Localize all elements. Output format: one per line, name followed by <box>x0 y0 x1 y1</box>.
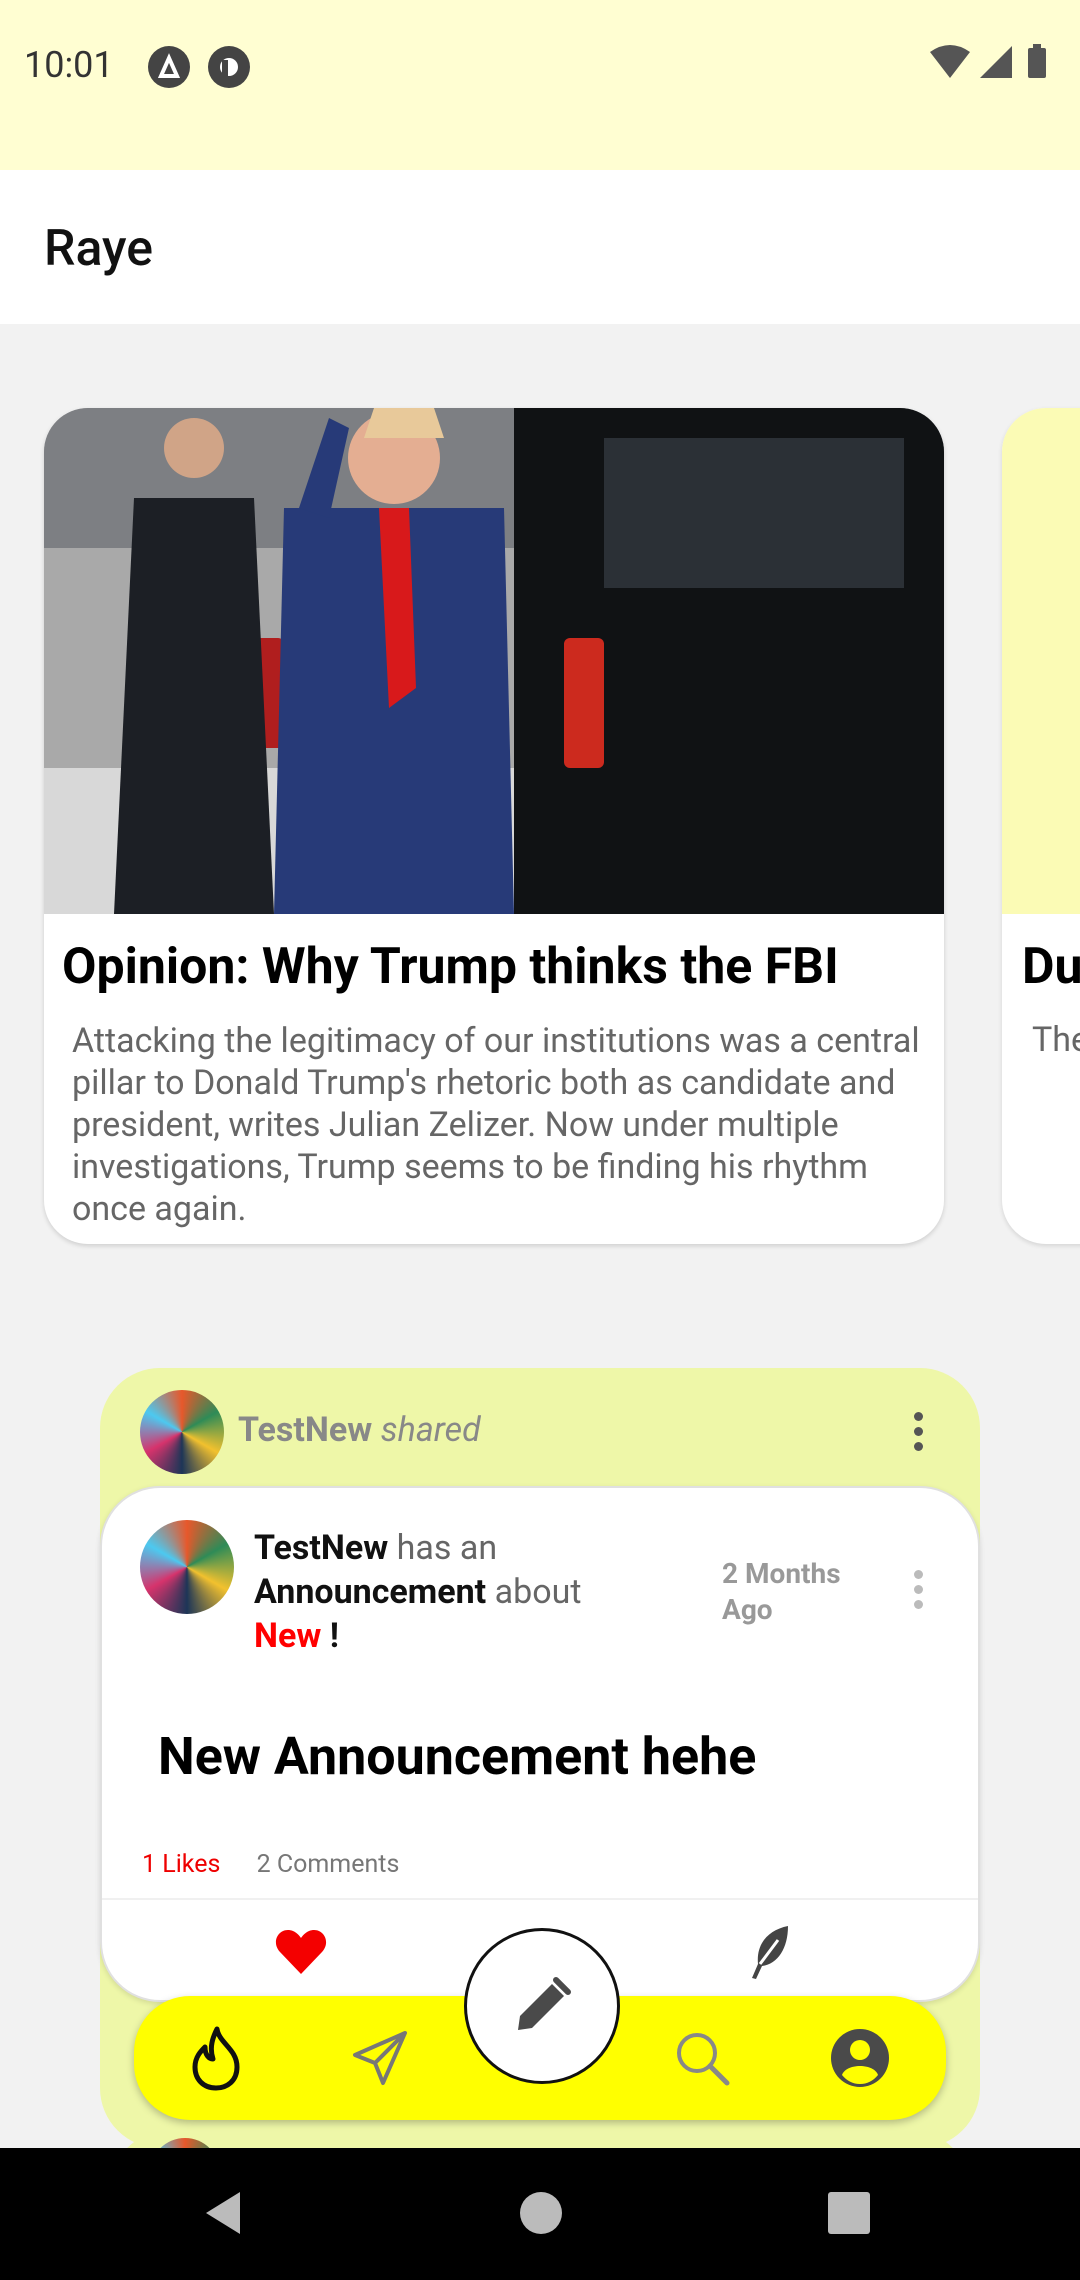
news-image <box>44 408 944 914</box>
author-avatar[interactable] <box>140 1520 234 1614</box>
feather-icon <box>752 1926 788 1979</box>
likes-count[interactable]: 1 Likes <box>142 1850 220 1879</box>
like-button[interactable] <box>274 1928 328 1980</box>
heart-icon <box>275 1930 327 1974</box>
comment-button[interactable] <box>748 1924 792 1984</box>
nav-search[interactable] <box>662 2018 742 2098</box>
more-options-icon[interactable] <box>914 1412 924 1457</box>
back-button[interactable] <box>200 2188 250 2242</box>
status-icons <box>928 42 1058 86</box>
recents-button[interactable] <box>828 2192 870 2238</box>
shared-label: shared <box>380 1410 481 1450</box>
time-ago: 2 Months Ago <box>722 1557 841 1626</box>
account-icon <box>831 2029 889 2087</box>
post-more-options-icon[interactable] <box>914 1570 924 1615</box>
signal-icon <box>980 46 1012 78</box>
news-title-next: Du <box>1022 938 1080 996</box>
app-notification-icon-2 <box>208 46 250 88</box>
wifi-icon <box>930 45 970 78</box>
status-time: 10:01 <box>24 44 114 86</box>
search-icon <box>677 2033 730 2086</box>
author-name[interactable]: TestNew <box>254 1528 388 1568</box>
recents-icon <box>828 2192 870 2234</box>
back-icon <box>206 2192 240 2234</box>
fire-icon <box>192 2026 240 2091</box>
exclamation: ! <box>329 1616 339 1656</box>
news-image-next <box>1002 408 1080 914</box>
app-notification-icon <box>148 46 190 88</box>
news-title: Opinion: Why Trump thinks the FBI <box>62 938 839 996</box>
announcement-card[interactable]: TestNew has an Announcement about New ! … <box>100 1486 980 2002</box>
sharer-line: TestNew shared <box>238 1410 481 1450</box>
status-bar: 10:01 <box>0 0 1080 170</box>
page-title: Raye <box>44 220 154 278</box>
sharer-name[interactable]: TestNew <box>238 1410 372 1450</box>
announcement-title: New Announcement hehe <box>158 1726 757 1787</box>
home-circle-icon <box>520 2192 562 2234</box>
news-card-next[interactable]: Du The <box>1002 408 1080 1244</box>
news-description: Attacking the legitimacy of our institut… <box>72 1021 920 1229</box>
nav-home[interactable] <box>176 2018 256 2098</box>
has-an-text: has an <box>396 1528 498 1568</box>
compose-button[interactable] <box>464 1928 620 2084</box>
news-card[interactable]: Opinion: Why Trump thinks the FBI Attack… <box>44 408 944 1244</box>
topic-tag[interactable]: New <box>254 1616 321 1656</box>
pencil-icon <box>518 1977 571 2030</box>
home-button[interactable] <box>518 2190 564 2240</box>
system-nav-bar <box>0 2148 1080 2280</box>
nav-messages[interactable] <box>340 2018 420 2098</box>
engagement-stats: 1 Likes 2 Comments <box>142 1850 399 1879</box>
send-icon <box>353 2031 407 2085</box>
post-type: Announcement <box>254 1572 487 1612</box>
announcement-header: TestNew has an Announcement about New ! <box>254 1526 694 1658</box>
news-description-next: The <box>1032 1020 1080 1060</box>
battery-icon <box>1028 44 1046 78</box>
sharer-avatar[interactable] <box>140 1390 224 1474</box>
about-text: about <box>494 1572 582 1612</box>
comments-count[interactable]: 2 Comments <box>257 1850 400 1879</box>
nav-profile[interactable] <box>820 2018 900 2098</box>
app-bar: Raye <box>0 170 1080 324</box>
